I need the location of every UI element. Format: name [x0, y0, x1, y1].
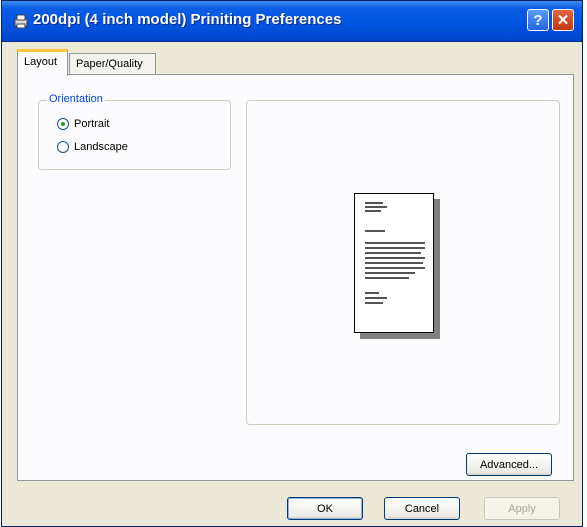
tab-layout[interactable]: Layout: [17, 49, 68, 76]
apply-button: Apply: [484, 497, 560, 520]
apply-button-label: Apply: [508, 502, 536, 515]
landscape-label: Landscape: [74, 141, 128, 153]
ok-button-label: OK: [317, 502, 333, 515]
window-title: 200dpi (4 inch model) Priniting Preferen…: [33, 11, 342, 28]
title-bar[interactable]: 200dpi (4 inch model) Priniting Preferen…: [2, 1, 582, 42]
orientation-group: Orientation Portrait Landscape: [38, 93, 231, 170]
landscape-option[interactable]: Landscape: [57, 141, 128, 153]
close-button[interactable]: ✕: [552, 9, 574, 31]
advanced-button-label: Advanced...: [479, 458, 539, 471]
ok-button[interactable]: OK: [287, 497, 363, 520]
portrait-label: Portrait: [74, 118, 110, 130]
close-icon: ✕: [556, 12, 570, 29]
page-preview-icon: [354, 193, 434, 333]
cancel-button-label: Cancel: [404, 502, 440, 515]
advanced-button[interactable]: Advanced...: [466, 453, 552, 476]
printing-preferences-dialog: 200dpi (4 inch model) Priniting Preferen…: [1, 0, 583, 527]
landscape-radio[interactable]: [57, 141, 69, 153]
help-button[interactable]: ?: [527, 9, 549, 31]
orientation-legend: Orientation: [47, 93, 105, 105]
help-icon: ?: [533, 11, 543, 29]
portrait-option[interactable]: Portrait: [57, 118, 109, 130]
layout-preview: [246, 100, 560, 425]
layout-panel: Orientation Portrait Landscape Advanced.…: [17, 74, 574, 481]
printer-icon: [14, 14, 28, 29]
portrait-radio[interactable]: [57, 118, 69, 130]
tab-label: Layout: [24, 56, 58, 68]
tab-label: Paper/Quality: [76, 58, 143, 70]
tab-paper-quality[interactable]: Paper/Quality: [69, 53, 156, 75]
cancel-button[interactable]: Cancel: [384, 497, 460, 520]
